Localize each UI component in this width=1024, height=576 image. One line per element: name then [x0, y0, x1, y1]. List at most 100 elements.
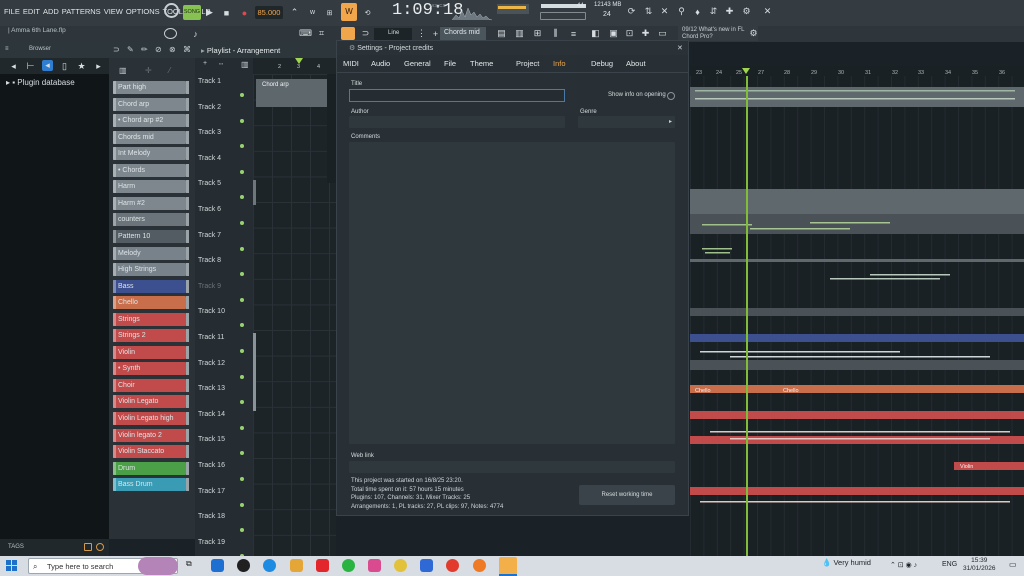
plugin-database-item[interactable]: ▸ ▪ Plugin database	[6, 78, 75, 87]
menu-patterns[interactable]: PATTERNS	[62, 7, 101, 16]
tree-icon[interactable]: ⊢	[25, 61, 36, 72]
track-header[interactable]: Track 6	[198, 206, 248, 230]
opera-icon[interactable]	[446, 559, 459, 572]
track-header[interactable]: Track 14	[198, 411, 248, 435]
track-header[interactable]: Track 1	[198, 78, 248, 102]
magnet-icon[interactable]: ⊃	[360, 28, 371, 39]
keyboard-icon[interactable]: ⌨	[299, 28, 312, 39]
playlist-clip[interactable]	[690, 189, 1024, 215]
channel-select-bar[interactable]	[186, 329, 189, 343]
mixer-bars-icon[interactable]: ⋮	[416, 28, 427, 39]
chrome-icon[interactable]	[394, 559, 407, 572]
star-icon[interactable]: ★	[76, 61, 87, 72]
track-mute-dot[interactable]	[240, 400, 244, 405]
channel-item[interactable]: Strings 2	[113, 329, 189, 343]
browse-all-icon[interactable]: ◂	[42, 60, 53, 71]
show-info-checkbox[interactable]	[667, 92, 675, 100]
file-explorer-icon[interactable]	[290, 559, 303, 572]
channel-item[interactable]: Harm #2	[113, 196, 189, 210]
menu-options[interactable]: OPTIONS	[126, 7, 160, 16]
channel-item[interactable]: Strings	[113, 312, 189, 326]
folder-icon[interactable]: ▯	[59, 61, 70, 72]
genre-select[interactable]: ▸	[578, 116, 675, 128]
channel-item[interactable]: Chord arp	[113, 97, 189, 111]
track-header[interactable]: Track 16	[198, 462, 248, 486]
channel-item[interactable]: counters	[113, 213, 189, 227]
channel-item[interactable]: Drum	[113, 461, 189, 475]
playlist-clip[interactable]	[690, 308, 1024, 316]
track-mute-dot[interactable]	[240, 93, 244, 97]
snap-selector[interactable]: Line	[374, 28, 412, 40]
track-mute-dot[interactable]	[240, 425, 244, 430]
delete-icon[interactable]: ⊘	[155, 45, 162, 54]
loop-record-icon[interactable]: ⟲	[362, 7, 373, 18]
channel-select-bar[interactable]	[186, 296, 189, 310]
channel-item[interactable]: Violin Legato high	[113, 412, 189, 425]
magnet-tool-icon[interactable]: ⊃	[113, 45, 120, 54]
track-mute-dot[interactable]	[240, 221, 244, 225]
track-mute-dot[interactable]	[240, 169, 244, 174]
news-hint[interactable]: 09/12 What's new in FL Chord Pro?	[678, 25, 758, 41]
channel-select-bar[interactable]	[186, 147, 189, 161]
record-icon[interactable]: ●	[239, 7, 250, 18]
channel-item[interactable]: • Chords	[113, 163, 189, 177]
gift-icon[interactable]: ✚	[724, 6, 735, 17]
channel-item[interactable]: Chello	[113, 296, 189, 310]
tab-theme[interactable]: Theme	[470, 59, 493, 68]
track-mute-dot[interactable]	[240, 323, 244, 328]
track-header[interactable]: Track 12	[198, 360, 248, 384]
menu-view[interactable]: VIEW	[104, 7, 123, 16]
edge-icon[interactable]	[263, 559, 276, 572]
playlist-clip[interactable]	[690, 334, 1024, 342]
mixer-icon[interactable]: ⇅	[643, 6, 654, 17]
channel-item[interactable]: Violin	[113, 345, 189, 359]
track-header[interactable]: Track 13	[198, 385, 248, 409]
track-header[interactable]: Track 9	[198, 283, 248, 307]
track-mute-dot[interactable]	[240, 528, 244, 533]
playlist-grid-right[interactable]: Chello Chello Violin	[690, 76, 1024, 556]
pat-song-toggle[interactable]: SONG	[183, 5, 201, 20]
scroll-icon[interactable]: ⁄	[169, 66, 170, 75]
channel-select-bar[interactable]	[186, 230, 189, 243]
draw-icon[interactable]: ✎	[127, 45, 134, 54]
channel-select-bar[interactable]	[186, 412, 189, 425]
tab-project[interactable]: Project	[516, 59, 539, 68]
channel-rack-icon[interactable]: ⊞	[532, 28, 543, 39]
menu-edit[interactable]: EDIT	[23, 7, 40, 16]
track-mute-dot[interactable]	[240, 195, 244, 200]
word-icon[interactable]	[420, 559, 433, 572]
firefox-icon[interactable]	[473, 559, 486, 572]
track-mute-dot[interactable]	[240, 297, 244, 302]
stop-icon[interactable]: ■	[221, 7, 232, 18]
track-mute-dot[interactable]	[240, 118, 244, 123]
track-header[interactable]: Track 2	[198, 104, 248, 128]
channel-item[interactable]: Harm	[113, 180, 189, 194]
tags-bar[interactable]: TAGS	[0, 539, 109, 556]
undo-icon[interactable]: ✕	[659, 6, 670, 17]
track-header[interactable]: Track 15	[198, 436, 248, 460]
more-icon[interactable]: ▸	[93, 61, 104, 72]
track-header[interactable]: Track 18	[198, 513, 248, 537]
chatgpt-icon[interactable]	[237, 559, 250, 572]
task-view-icon[interactable]: ⧉	[186, 559, 199, 572]
record-audio-icon[interactable]: ⊡	[624, 28, 635, 39]
menu-file[interactable]: FILE	[4, 7, 20, 16]
track-header[interactable]: Track 5	[198, 180, 248, 204]
language-indicator[interactable]: ENG	[942, 561, 957, 568]
fl-studio-taskbar-icon[interactable]	[499, 557, 517, 575]
channel-item[interactable]: Bass	[113, 279, 189, 293]
master-volume-knob[interactable]	[164, 3, 179, 18]
channel-select-bar[interactable]	[186, 180, 189, 194]
play-icon[interactable]: ▶	[204, 7, 215, 18]
crosshair-icon[interactable]: ✛	[145, 66, 152, 75]
track-header[interactable]: Track 8	[198, 257, 248, 281]
menu-add[interactable]: ADD	[43, 7, 59, 16]
track-mute-dot[interactable]	[240, 477, 244, 481]
channel-select-bar[interactable]	[186, 130, 189, 144]
help-icon[interactable]: ✚	[640, 28, 651, 39]
settings-close-icon[interactable]: ✕	[677, 44, 683, 52]
plugin-icon[interactable]: ◧	[590, 28, 601, 39]
tab-midi[interactable]: MIDI	[343, 59, 359, 68]
search-highlight-image[interactable]	[138, 557, 178, 575]
refresh-icon[interactable]: ⟳	[626, 6, 637, 17]
